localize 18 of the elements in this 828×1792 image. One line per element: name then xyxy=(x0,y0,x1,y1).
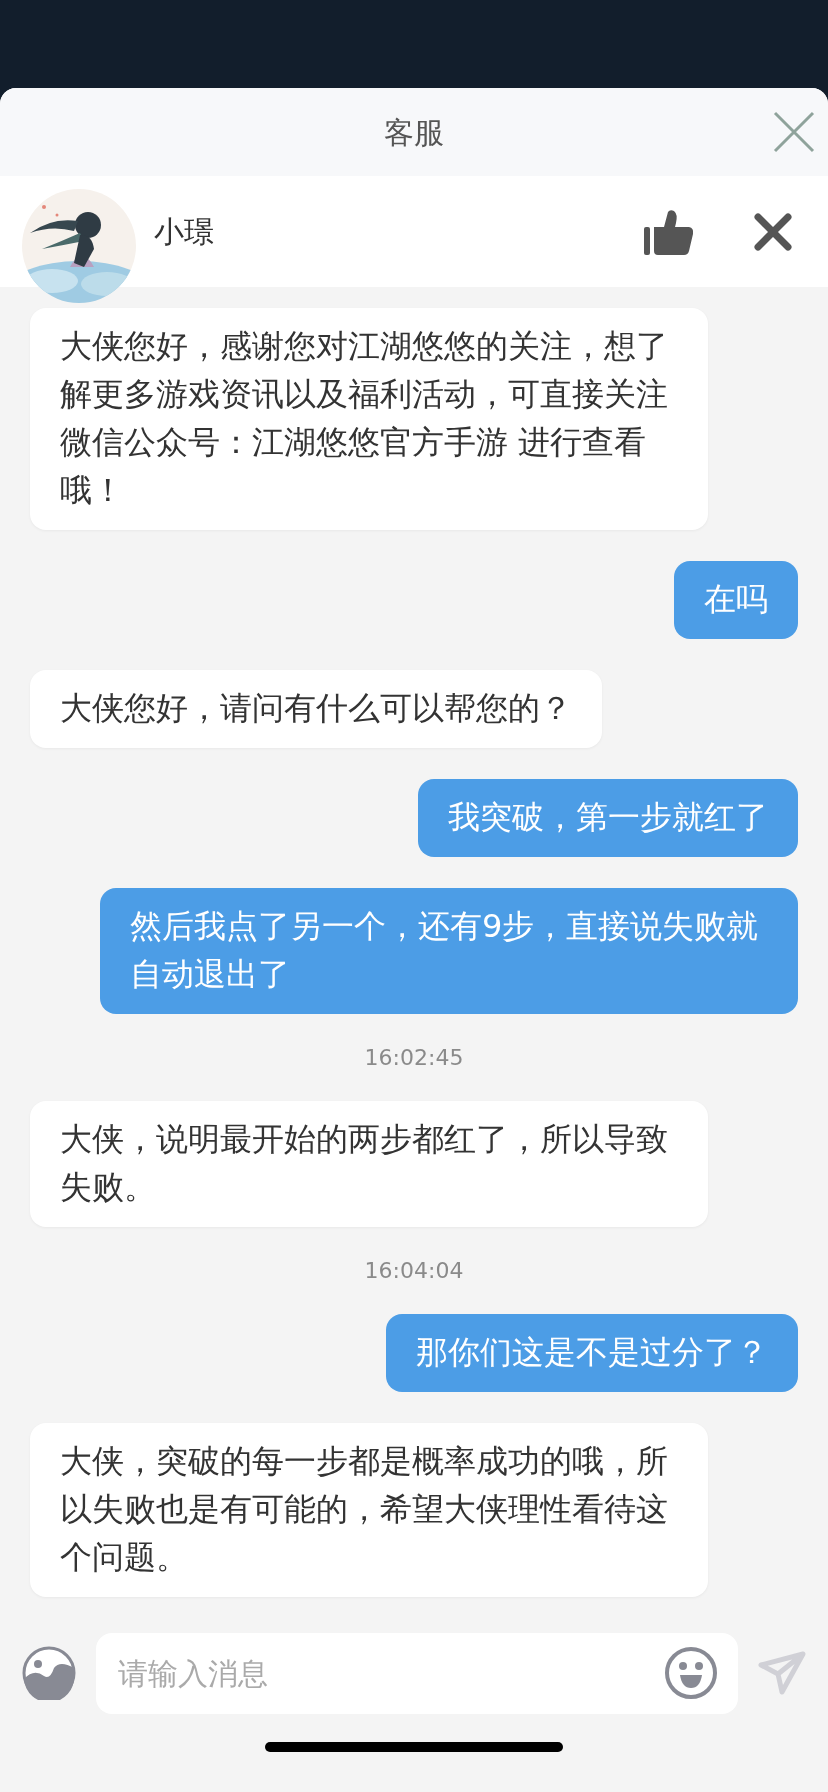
message-input[interactable]: 请输入消息 xyxy=(116,1649,664,1697)
message-bubble: 那你们这是不是过分了？ xyxy=(386,1314,798,1392)
window-title: 客服 xyxy=(384,113,444,152)
message-bubble: 大侠，突破的每一步都是概率成功的哦，所以失败也是有可能的，希望大侠理性看待这个问题。 xyxy=(30,1423,708,1597)
agent-name: 小璟 xyxy=(154,213,215,251)
message-bubble: 大侠您好，请问有什么可以帮您的？ xyxy=(30,670,602,748)
message-bubble: 大侠您好，感谢您对江湖悠悠的关注，想了解更多游戏资讯以及福利活动，可直接关注微信公众号：江湖悠悠官方手游 进行查看哦！ xyxy=(30,308,708,530)
message-bubble: 在吗 xyxy=(674,561,798,639)
smiley-icon[interactable] xyxy=(664,1646,718,1700)
close-icon[interactable] xyxy=(754,212,792,251)
message-bubble: 然后我点了另一个，还有9步，直接说失败就自动退出了 xyxy=(100,888,798,1014)
timestamp: 16:02:45 xyxy=(364,1044,464,1072)
timestamp: 16:04:04 xyxy=(364,1257,464,1285)
emoji-picker-icon[interactable] xyxy=(22,1646,76,1700)
thumbs-up-icon[interactable] xyxy=(644,208,694,255)
message-bubble: 大侠，说明最开始的两步都红了，所以导致失败。 xyxy=(30,1101,708,1227)
message-bubble: 我突破，第一步就红了 xyxy=(418,779,798,857)
message-field[interactable]: 请输入消息 xyxy=(96,1632,738,1714)
